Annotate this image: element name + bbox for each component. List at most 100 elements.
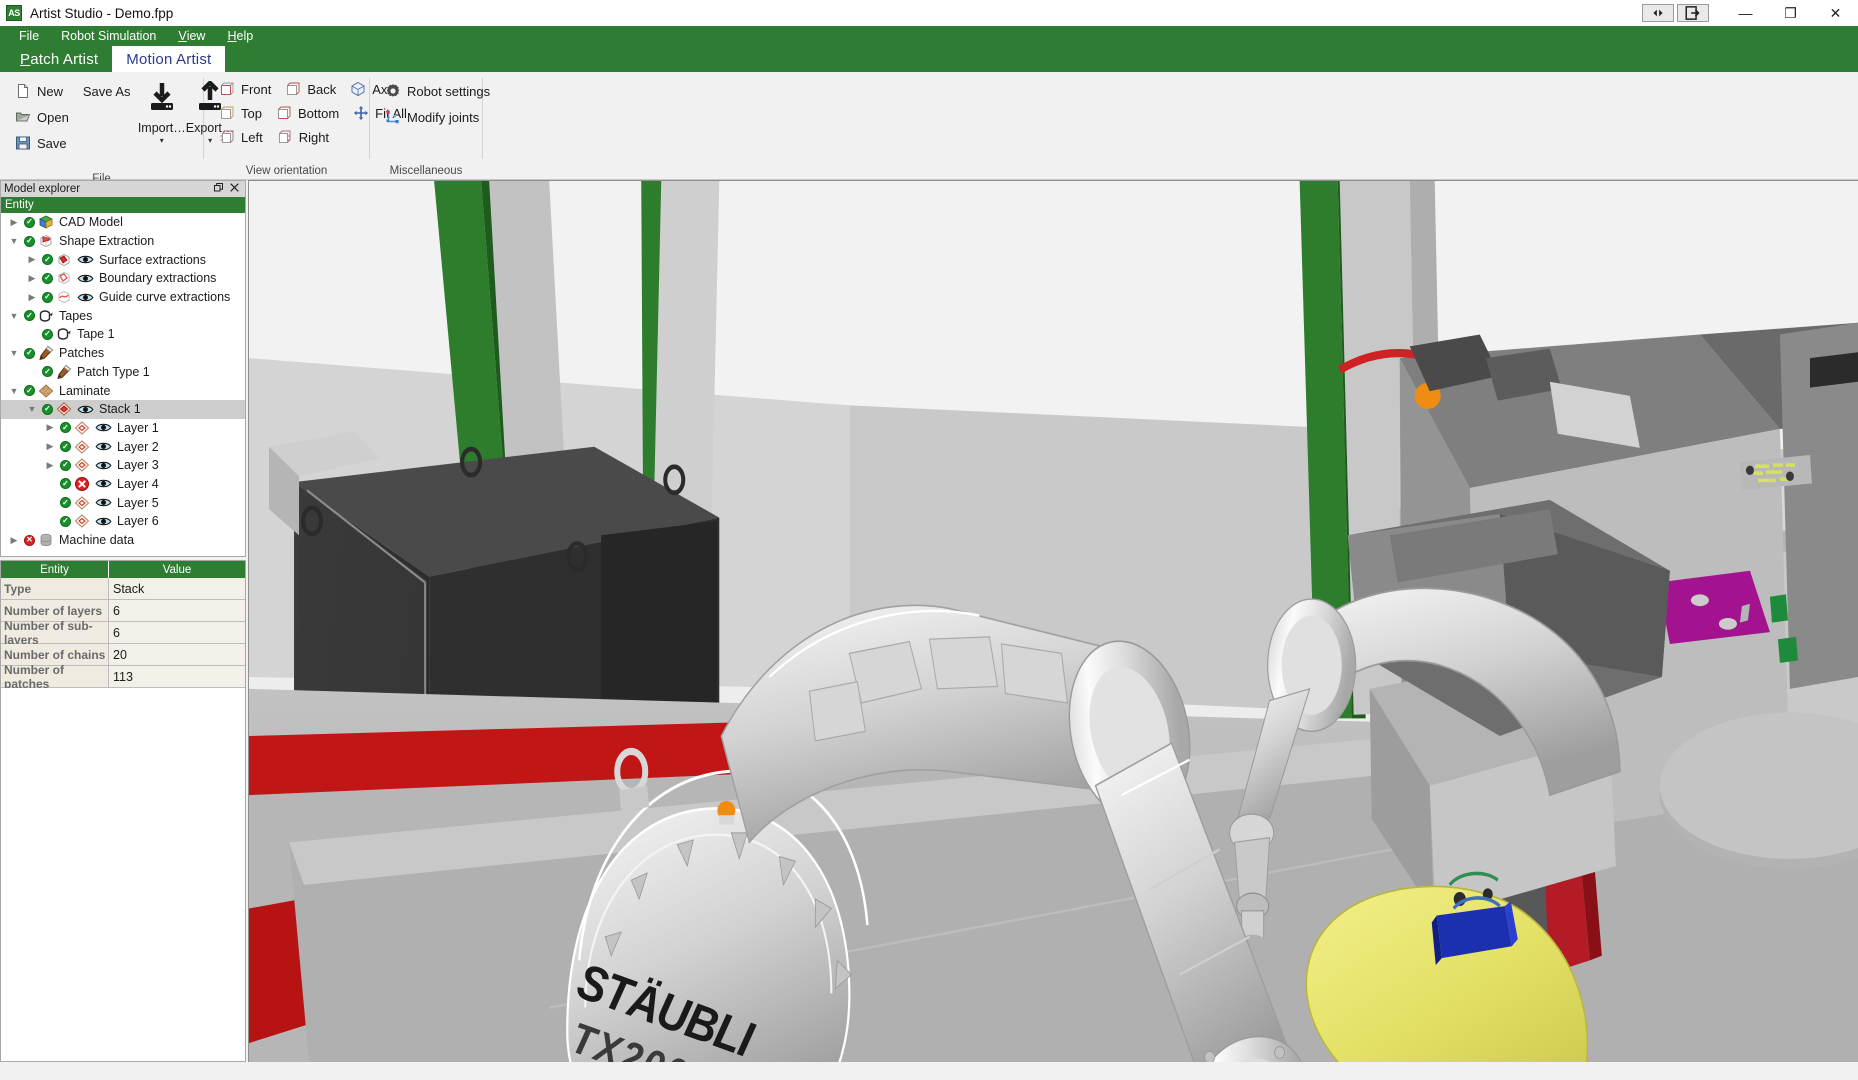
chevron-right-icon[interactable]: ▶ [25,273,39,284]
view-top-button[interactable]: Top [212,101,269,125]
tree-node-laminate[interactable]: ▼ ✓ Laminate [1,381,245,400]
tree-node-layer-5[interactable]: ✓ Layer 5 [1,493,245,512]
chevron-right-icon[interactable]: ▶ [43,422,57,433]
undock-icon[interactable] [214,183,223,195]
tree-node-machine-data[interactable]: ▶ ✕ Machine data [1,531,245,550]
visibility-eye-icon[interactable] [77,273,94,284]
tree-node-tape-1[interactable]: ✓ Tape 1 [1,325,245,344]
menu-item-help[interactable]: Help [216,26,264,46]
chevron-right-icon[interactable]: ▶ [7,535,21,546]
tab-motion-artist[interactable]: Motion Artist [112,46,226,72]
menu-item-view[interactable]: View [167,26,216,46]
property-value[interactable]: 6 [109,600,245,621]
view-back-button[interactable]: Back [278,77,343,101]
3d-scene-render: STÄUBLI TX200 [249,181,1858,1062]
ribbon-tab-strip: Patch Artist Motion Artist [0,46,1858,72]
tree-node-stack-1[interactable]: ▼ ✓ Stack 1 [1,399,245,419]
stack-icon [56,402,72,417]
import-button[interactable]: Import… ▾ [138,77,186,173]
robot-settings-button[interactable]: Robot settings [378,79,497,103]
view-right-icon [278,130,291,143]
visibility-eye-icon[interactable] [95,441,112,452]
save-as-button-label: Save As [82,83,131,99]
tree-node-boundary-extractions[interactable]: ▶ ✓ Boundary extractions [1,269,245,288]
patch-brush-icon [57,364,72,379]
patch-brush-icon [39,346,54,361]
tree-node-layer-6[interactable]: ✓ Layer 6 [1,512,245,531]
minimize-button[interactable]: — [1723,0,1768,26]
view-bottom-label: Bottom [297,105,340,121]
close-icon[interactable] [230,183,239,195]
tab-patch-artist[interactable]: Patch Artist [6,46,112,72]
tree-node-layer-2[interactable]: ▶ ✓ Layer 2 [1,437,245,456]
property-value[interactable]: 6 [109,622,245,643]
tree-node-patches[interactable]: ▼ ✓ Patches [1,344,245,363]
tree-node-guide-curve-extractions[interactable]: ▶ ✓ Guide curve extractions [1,288,245,307]
chevron-down-icon[interactable]: ▼ [7,311,21,321]
chevron-down-icon[interactable]: ▼ [7,386,21,396]
fit-all-icon [354,106,369,120]
restore-split-icon[interactable] [1642,4,1674,22]
tree-node-shape-extraction[interactable]: ▼ ✓ Shape Extraction [1,232,245,251]
chevron-right-icon[interactable]: ▶ [25,254,39,265]
tree-node-layer-3[interactable]: ▶ ✓ Layer 3 [1,456,245,475]
property-value[interactable]: 113 [109,666,245,687]
visibility-eye-icon[interactable] [77,292,94,303]
window-tool-buttons [1642,4,1709,22]
tree-node-tapes[interactable]: ▼ ✓ Tapes [1,306,245,325]
visibility-eye-icon[interactable] [95,422,112,433]
tree-node-layer-4[interactable]: ✓ Layer 4 [1,475,245,494]
visibility-eye-icon[interactable] [95,460,112,471]
3d-scene-viewport[interactable]: STÄUBLI TX200 [248,180,1858,1062]
chevron-down-icon[interactable]: ▼ [7,236,21,246]
new-button[interactable]: New [8,79,76,103]
visibility-eye-icon[interactable] [77,404,94,415]
chevron-right-icon[interactable]: ▶ [25,292,39,303]
property-row[interactable]: Number of patches 113 [1,663,245,691]
view-right-button[interactable]: Right [270,125,336,149]
chevron-down-icon[interactable]: ▼ [25,404,39,414]
chevron-right-icon[interactable]: ▶ [43,460,57,471]
tree-node-label: Machine data [59,533,135,548]
tree-node-surface-extractions[interactable]: ▶ ✓ Surface extractions [1,250,245,269]
new-button-label: New [37,83,64,99]
visibility-eye-icon[interactable] [77,254,94,265]
chevron-right-icon[interactable]: ▶ [7,217,21,228]
property-value[interactable]: Stack [109,578,245,599]
view-left-button[interactable]: Left [212,125,270,149]
layer-icon [74,514,90,529]
modify-joints-button[interactable]: Modify joints [378,105,497,129]
view-bottom-icon [277,106,291,119]
detach-icon[interactable] [1677,4,1709,22]
property-value[interactable]: 20 [109,644,245,665]
main-content: Model explorer Entity ▶ ✓ CAD Model ▼ ✓ … [0,180,1858,1062]
close-button[interactable]: ✕ [1813,0,1858,26]
menu-item-file[interactable]: File [8,26,50,46]
tree-column-header-entity: Entity [0,197,246,213]
tree-node-patch-type-1[interactable]: ✓ Patch Type 1 [1,363,245,382]
property-row[interactable]: Type Stack [1,578,245,600]
tree-node-layer-1[interactable]: ▶ ✓ Layer 1 [1,419,245,438]
visibility-eye-icon[interactable] [95,478,112,489]
chevron-down-icon[interactable]: ▼ [7,348,21,358]
model-explorer-tree[interactable]: ▶ ✓ CAD Model ▼ ✓ Shape Extraction ▶ ✓ Surface e… [0,213,246,557]
save-as-button[interactable]: Save As [76,79,138,103]
surface-extract-icon [58,253,70,266]
menu-item-robot-simulation[interactable]: Robot Simulation [50,26,167,46]
property-row[interactable]: Number of sub-layers 6 [1,619,245,647]
property-grid-rows: Type Stack Number of layers 6 Number of sub-… [1,578,245,691]
view-bottom-button[interactable]: Bottom [269,101,346,125]
visibility-eye-icon[interactable] [95,516,112,527]
view-right-label: Right [298,129,330,145]
import-caret-icon[interactable]: ▾ [160,136,164,145]
open-button[interactable]: Open [8,105,76,129]
tree-node-label: Guide curve extractions [99,290,231,305]
maximize-button[interactable]: ❐ [1768,0,1813,26]
chevron-right-icon[interactable]: ▶ [43,441,57,452]
save-button[interactable]: Save [8,131,76,155]
visibility-eye-icon[interactable] [95,497,112,508]
gear-icon [386,84,400,97]
status-ok-icon: ✓ [60,441,71,453]
view-front-button[interactable]: Front [212,77,278,101]
tree-node-cad-model[interactable]: ▶ ✓ CAD Model [1,213,245,232]
